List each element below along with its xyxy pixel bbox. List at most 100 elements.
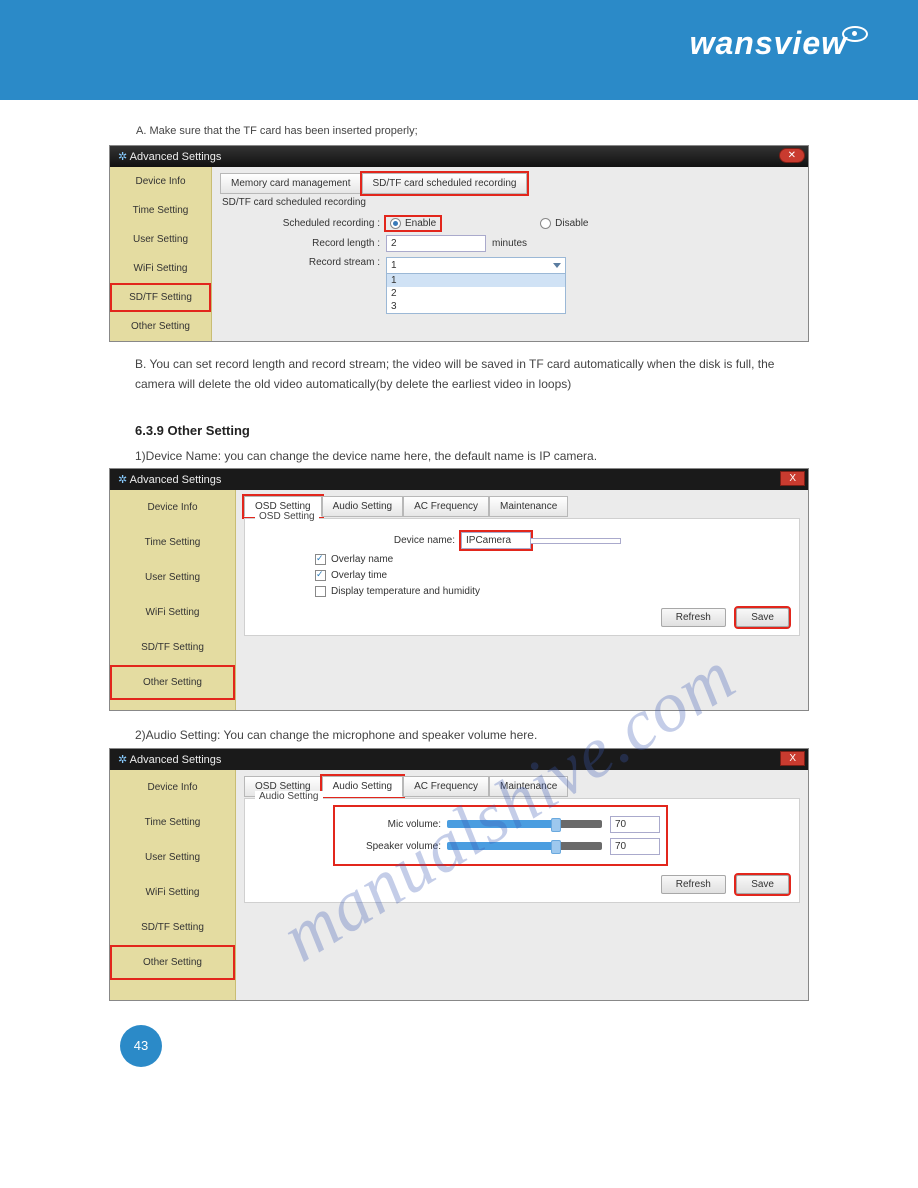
input-mic-volume[interactable]: 70	[610, 816, 660, 833]
tab-maintenance[interactable]: Maintenance	[489, 496, 568, 517]
row-overlay-time: Overlay time	[315, 570, 789, 581]
sidebar-item-device-info[interactable]: Device Info	[110, 167, 211, 196]
tab-audio-setting[interactable]: Audio Setting	[322, 776, 404, 797]
sidebar-item-time-setting[interactable]: Time Setting	[110, 805, 235, 840]
slider-speaker[interactable]	[447, 842, 602, 850]
tab-ac-frequency[interactable]: AC Frequency	[403, 496, 489, 517]
window-title: Advanced Settings	[130, 474, 222, 486]
dropdown-stream[interactable]: 1	[386, 257, 566, 274]
checkbox-overlay-time[interactable]	[315, 570, 326, 581]
volume-controls-highlight: Mic volume: 70 Speaker volume: 70	[335, 807, 666, 864]
window-title: Advanced Settings	[130, 754, 222, 766]
tab-ac-frequency[interactable]: AC Frequency	[403, 776, 489, 797]
close-icon[interactable]: X	[780, 751, 805, 766]
gear-icon: ✲	[118, 474, 127, 486]
panel-subtitle: SD/TF card scheduled recording	[220, 195, 800, 212]
sidebar-item-device-info[interactable]: Device Info	[110, 770, 235, 805]
sidebar-item-user-setting[interactable]: User Setting	[110, 225, 211, 254]
label-record-length: Record length :	[220, 238, 380, 249]
tab-audio-setting[interactable]: Audio Setting	[322, 496, 404, 517]
sidebar-item-sdtf-setting[interactable]: SD/TF Setting	[110, 910, 235, 945]
sidebar-item-other-setting[interactable]: Other Setting	[110, 312, 211, 341]
sidebar-item-time-setting[interactable]: Time Setting	[110, 196, 211, 225]
dropdown-option-1[interactable]: 1	[387, 274, 565, 287]
checkbox-display-temp[interactable]	[315, 586, 326, 597]
label-record-stream: Record stream :	[220, 257, 380, 268]
label-mic-volume: Mic volume:	[341, 819, 441, 830]
input-device-name-ext[interactable]	[531, 538, 621, 544]
save-button[interactable]: Save	[736, 608, 789, 627]
sidebar-item-wifi-setting[interactable]: WiFi Setting	[110, 595, 235, 630]
window-title: Advanced Settings	[130, 151, 222, 163]
eye-icon	[842, 26, 868, 42]
button-row: Refresh Save	[255, 874, 789, 892]
row-speaker-volume: Speaker volume: 70	[341, 838, 660, 855]
window-title-bar: ✲ Advanced Settings ✕	[110, 146, 808, 167]
row-display-temp: Display temperature and humidity	[315, 586, 789, 597]
screenshot-sdtf-recording: ✲ Advanced Settings ✕ Device Info Time S…	[109, 145, 809, 342]
osd-fieldset: OSD Setting Device name: IPCamera Overla…	[244, 518, 800, 636]
input-device-name-hl[interactable]: IPCamera	[461, 532, 531, 549]
step-2: 2)Audio Setting: You can change the micr…	[135, 725, 783, 745]
radio-enable[interactable]: Enable	[386, 217, 440, 230]
refresh-button[interactable]: Refresh	[661, 875, 726, 894]
sidebar-item-time-setting[interactable]: Time Setting	[110, 525, 235, 560]
dropdown-list[interactable]: 1 2 3	[386, 273, 566, 314]
close-icon[interactable]: X	[780, 471, 805, 486]
row-mic-volume: Mic volume: 70	[341, 816, 660, 833]
row-record-stream: Record stream : 1 1 2 3	[220, 257, 800, 314]
sidebar-item-device-info[interactable]: Device Info	[110, 490, 235, 525]
stream-dropdown-group: 1 1 2 3	[386, 257, 566, 314]
dropdown-option-2[interactable]: 2	[387, 287, 565, 300]
label-speaker-volume: Speaker volume:	[341, 841, 441, 852]
input-record-length[interactable]: 2	[386, 235, 486, 252]
button-row: Refresh Save	[255, 607, 789, 625]
slider-mic[interactable]	[447, 820, 602, 828]
main-panel: OSD Setting Audio Setting AC Frequency M…	[236, 770, 808, 1000]
fieldset-legend: Audio Setting	[255, 791, 323, 802]
refresh-button[interactable]: Refresh	[661, 608, 726, 627]
main-panel: OSD Setting Audio Setting AC Frequency M…	[236, 490, 808, 710]
sidebar-item-wifi-setting[interactable]: WiFi Setting	[110, 875, 235, 910]
radio-disable[interactable]: Disable	[540, 218, 588, 229]
tab-maintenance[interactable]: Maintenance	[489, 776, 568, 797]
row-record-length: Record length : 2 minutes	[220, 235, 800, 252]
label-device-name: Device name:	[255, 535, 455, 546]
close-icon[interactable]: ✕	[779, 148, 805, 163]
save-button[interactable]: Save	[736, 875, 789, 894]
step-1: 1)Device Name: you can change the device…	[135, 446, 783, 466]
radio-enable-label: Enable	[405, 218, 436, 229]
screenshot-audio-setting: ✲ Advanced Settings X Device Info Time S…	[109, 748, 809, 1001]
settings-sidebar: Device Info Time Setting User Setting Wi…	[110, 167, 212, 341]
row-scheduled-recording: Scheduled recording : Enable Disable	[220, 217, 800, 230]
gear-icon: ✲	[118, 754, 127, 766]
sidebar-item-other-setting[interactable]: Other Setting	[110, 945, 235, 980]
gear-icon: ✲	[118, 151, 127, 163]
brand-logo: wansview	[690, 25, 868, 62]
page-number: 43	[120, 1025, 162, 1067]
sidebar-item-sdtf-setting[interactable]: SD/TF Setting	[110, 283, 211, 312]
radio-disable-label: Disable	[555, 218, 588, 229]
tab-memory-card[interactable]: Memory card management	[220, 173, 362, 194]
tab-scheduled-recording[interactable]: SD/TF card scheduled recording	[362, 173, 528, 194]
fieldset-legend: OSD Setting	[255, 511, 319, 522]
label-display-temp: Display temperature and humidity	[331, 586, 480, 597]
sidebar-item-user-setting[interactable]: User Setting	[110, 560, 235, 595]
radio-dot-icon	[390, 218, 401, 229]
tabs: OSD Setting Audio Setting AC Frequency M…	[244, 775, 800, 796]
sidebar-item-other-setting[interactable]: Other Setting	[110, 665, 235, 700]
checkbox-overlay-name[interactable]	[315, 554, 326, 565]
tabs: Memory card management SD/TF card schedu…	[220, 172, 800, 193]
window-title-bar: ✲ Advanced Settings X	[110, 749, 808, 770]
label-scheduled: Scheduled recording :	[220, 218, 380, 229]
label-minutes: minutes	[492, 238, 527, 249]
sidebar-item-user-setting[interactable]: User Setting	[110, 840, 235, 875]
input-speaker-volume[interactable]: 70	[610, 838, 660, 855]
dropdown-option-3[interactable]: 3	[387, 300, 565, 313]
main-panel: Memory card management SD/TF card schedu…	[212, 167, 808, 341]
label-overlay-time: Overlay time	[331, 570, 387, 581]
tabs: OSD Setting Audio Setting AC Frequency M…	[244, 495, 800, 516]
top-banner: wansview	[0, 0, 918, 100]
sidebar-item-wifi-setting[interactable]: WiFi Setting	[110, 254, 211, 283]
sidebar-item-sdtf-setting[interactable]: SD/TF Setting	[110, 630, 235, 665]
